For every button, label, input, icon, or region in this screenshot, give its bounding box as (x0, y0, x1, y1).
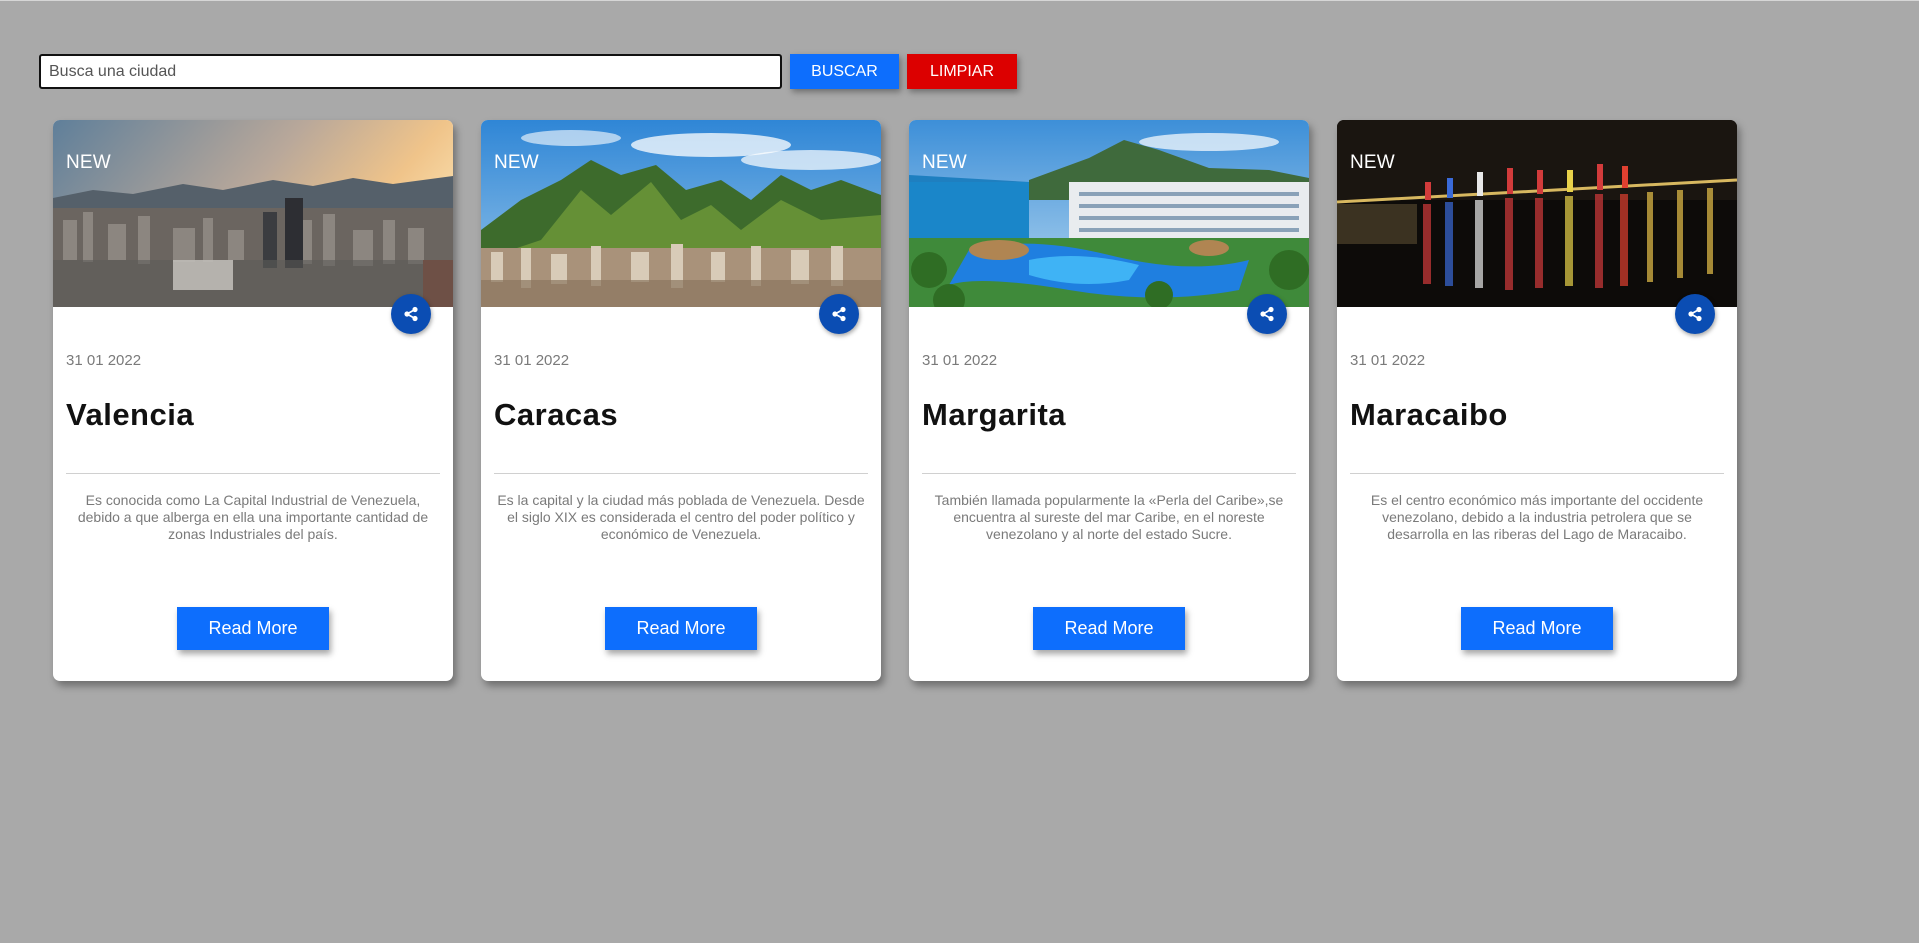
card-date: 31 01 2022 (1350, 352, 1426, 369)
read-more-button[interactable]: Read More (1461, 607, 1613, 650)
card-title: Caracas (494, 397, 619, 432)
city-card-maracaibo: NEW 31 01 2022 Maracaibo Es el centro ec… (1337, 120, 1737, 681)
card-divider (494, 473, 868, 474)
share-button[interactable] (819, 294, 859, 334)
clear-button[interactable]: LIMPIAR (907, 54, 1017, 89)
share-icon (1688, 306, 1702, 322)
read-more-button[interactable]: Read More (605, 607, 757, 650)
share-icon (404, 306, 418, 322)
card-date: 31 01 2022 (66, 352, 142, 369)
search-button[interactable]: BUSCAR (790, 54, 899, 89)
search-bar: BUSCAR LIMPIAR (39, 54, 1017, 89)
card-divider (922, 473, 1296, 474)
new-badge: NEW (922, 152, 967, 173)
city-cards: NEW 31 01 2022 Valencia Es conocida como… (53, 120, 1765, 681)
city-image-margarita: NEW (909, 120, 1309, 307)
card-title: Maracaibo (1350, 397, 1508, 432)
share-icon (1260, 306, 1274, 322)
card-description: También llamada popularmente la «Perla d… (934, 492, 1284, 542)
search-input[interactable] (39, 54, 782, 89)
new-badge: NEW (1350, 152, 1395, 173)
new-badge: NEW (494, 152, 539, 173)
city-card-valencia: NEW 31 01 2022 Valencia Es conocida como… (53, 120, 453, 681)
share-button[interactable] (391, 294, 431, 334)
share-button[interactable] (1247, 294, 1287, 334)
card-date: 31 01 2022 (922, 352, 998, 369)
share-icon (832, 306, 846, 322)
card-divider (66, 473, 440, 474)
card-title: Margarita (922, 397, 1067, 432)
card-date: 31 01 2022 (494, 352, 570, 369)
card-title: Valencia (66, 397, 195, 432)
card-description: Es el centro económico más importante de… (1370, 492, 1704, 542)
city-image-valencia: NEW (53, 120, 453, 307)
city-image-caracas: NEW (481, 120, 881, 307)
city-card-margarita: NEW 31 01 2022 Margarita También llamada… (909, 120, 1309, 681)
read-more-button[interactable]: Read More (177, 607, 329, 650)
card-divider (1350, 473, 1724, 474)
city-image-maracaibo: NEW (1337, 120, 1737, 307)
card-description: Es la capital y la ciudad más poblada de… (497, 492, 865, 542)
new-badge: NEW (66, 152, 111, 173)
read-more-button[interactable]: Read More (1033, 607, 1185, 650)
card-description: Es conocida como La Capital Industrial d… (77, 492, 429, 542)
share-button[interactable] (1675, 294, 1715, 334)
city-card-caracas: NEW 31 01 2022 Caracas Es la capital y l… (481, 120, 881, 681)
